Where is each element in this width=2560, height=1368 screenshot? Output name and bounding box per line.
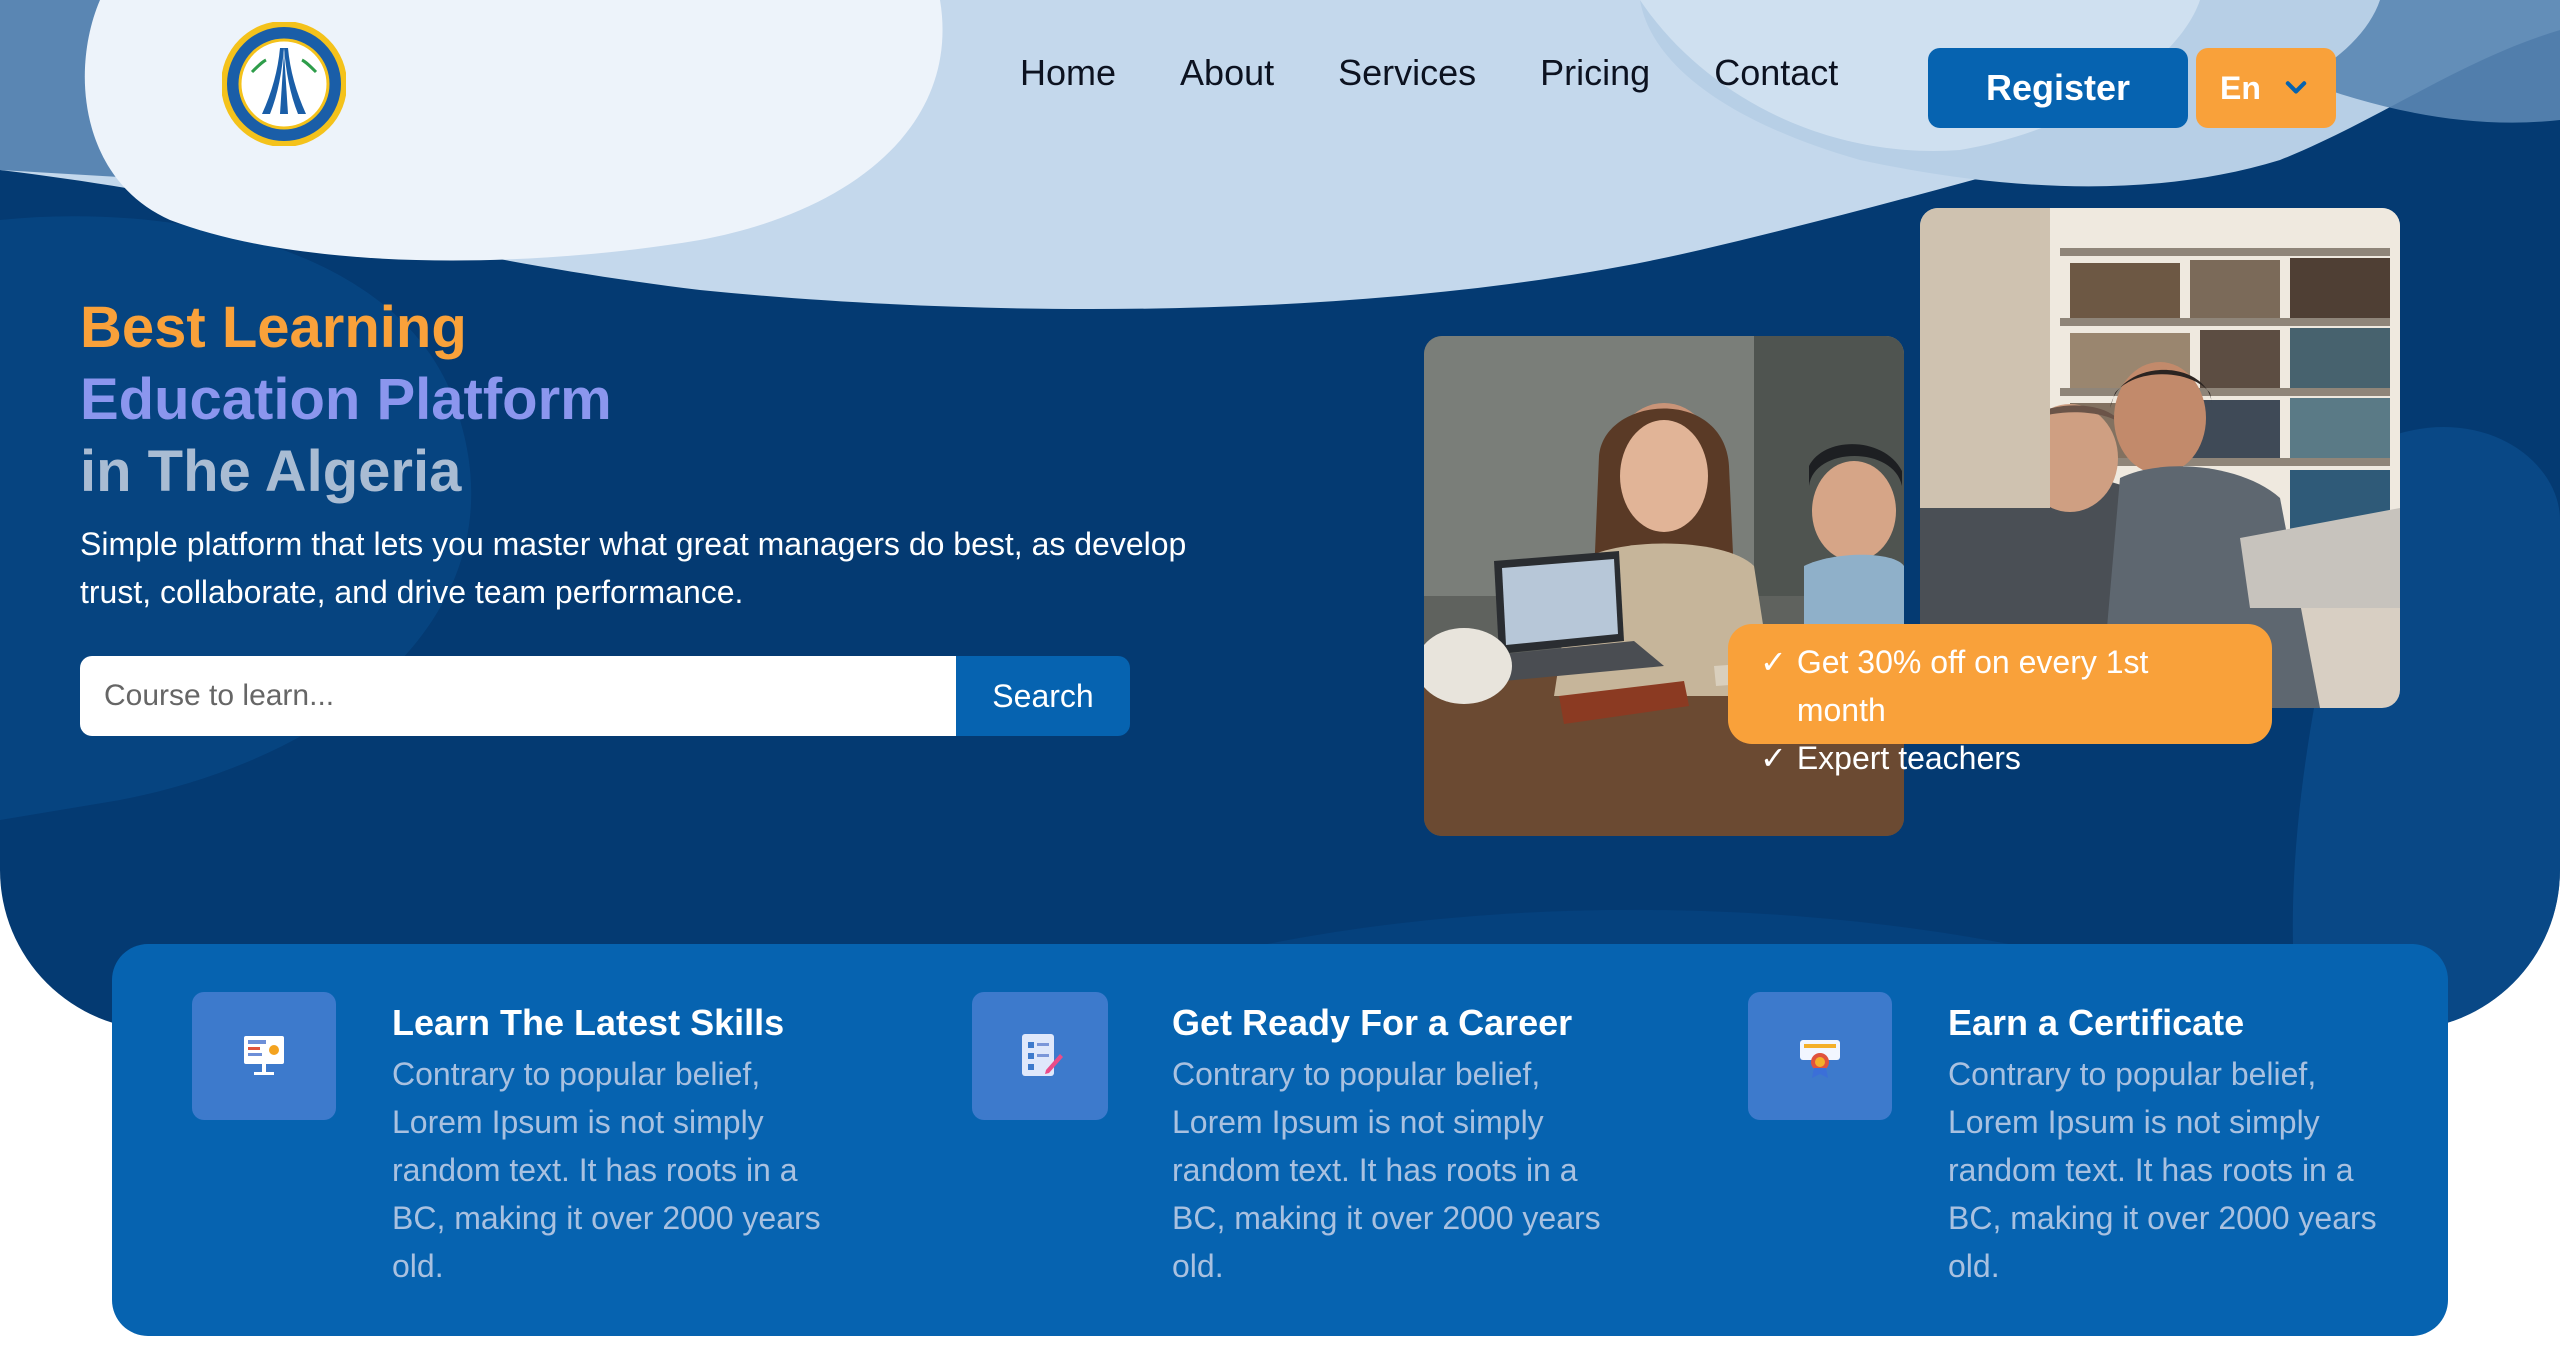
headline-line-3: in The Algeria: [80, 439, 462, 504]
promo-text: Expert teachers: [1796, 740, 2021, 776]
feature-icon-box: [972, 992, 1108, 1120]
features-band: Learn The Latest Skills Contrary to popu…: [112, 944, 2448, 1336]
checklist-document-icon: [1022, 1034, 1063, 1076]
promo-item-discount: ✓ Get 30% off on every 1st month: [1760, 638, 2240, 734]
language-value: En: [2220, 69, 2261, 106]
search-button[interactable]: Search: [956, 656, 1130, 736]
main-nav: Home About Services Pricing Contact: [1020, 52, 1838, 94]
check-icon: ✓: [1760, 644, 1787, 680]
feature-icon-box: [192, 992, 336, 1120]
register-button[interactable]: Register: [1928, 48, 2188, 128]
headline-line-1: Best Learning: [80, 295, 467, 360]
nav-about[interactable]: About: [1180, 52, 1274, 94]
nav-contact[interactable]: Contact: [1714, 52, 1838, 94]
chevron-down-icon: [2285, 81, 2307, 94]
hero-headline: Best Learning Education Platform in The …: [80, 292, 612, 508]
course-search-input[interactable]: [80, 656, 956, 736]
hero-subtitle: Simple platform that lets you master wha…: [80, 526, 1187, 610]
headline-line-2: Education Platform: [80, 367, 612, 432]
language-select[interactable]: En: [2196, 48, 2336, 128]
feature-description: Contrary to popular belief, Lorem Ipsum …: [392, 1056, 821, 1284]
nav-home[interactable]: Home: [1020, 52, 1116, 94]
check-icon: ✓: [1760, 740, 1787, 776]
feature-description: Contrary to popular belief, Lorem Ipsum …: [1948, 1056, 2377, 1284]
feature-title: Get Ready For a Career: [1172, 1002, 1573, 1043]
feature-icon-box: [1748, 992, 1892, 1120]
brand-logo[interactable]: [221, 21, 347, 147]
feature-title: Learn The Latest Skills: [392, 1002, 785, 1043]
presentation-board-icon: [244, 1036, 284, 1075]
nav-services[interactable]: Services: [1338, 52, 1476, 94]
promo-badge: ✓ Get 30% off on every 1st month ✓ Exper…: [1728, 624, 2272, 776]
promo-text: Get 30% off on every 1st month: [1796, 644, 2149, 728]
certificate-icon: [1800, 1040, 1840, 1078]
nav-pricing[interactable]: Pricing: [1540, 52, 1650, 94]
course-search: Search: [80, 656, 1130, 736]
feature-description: Contrary to popular belief, Lorem Ipsum …: [1172, 1056, 1601, 1284]
promo-item-teachers: ✓ Expert teachers: [1760, 734, 2240, 782]
feature-title: Earn a Certificate: [1948, 1002, 2245, 1043]
